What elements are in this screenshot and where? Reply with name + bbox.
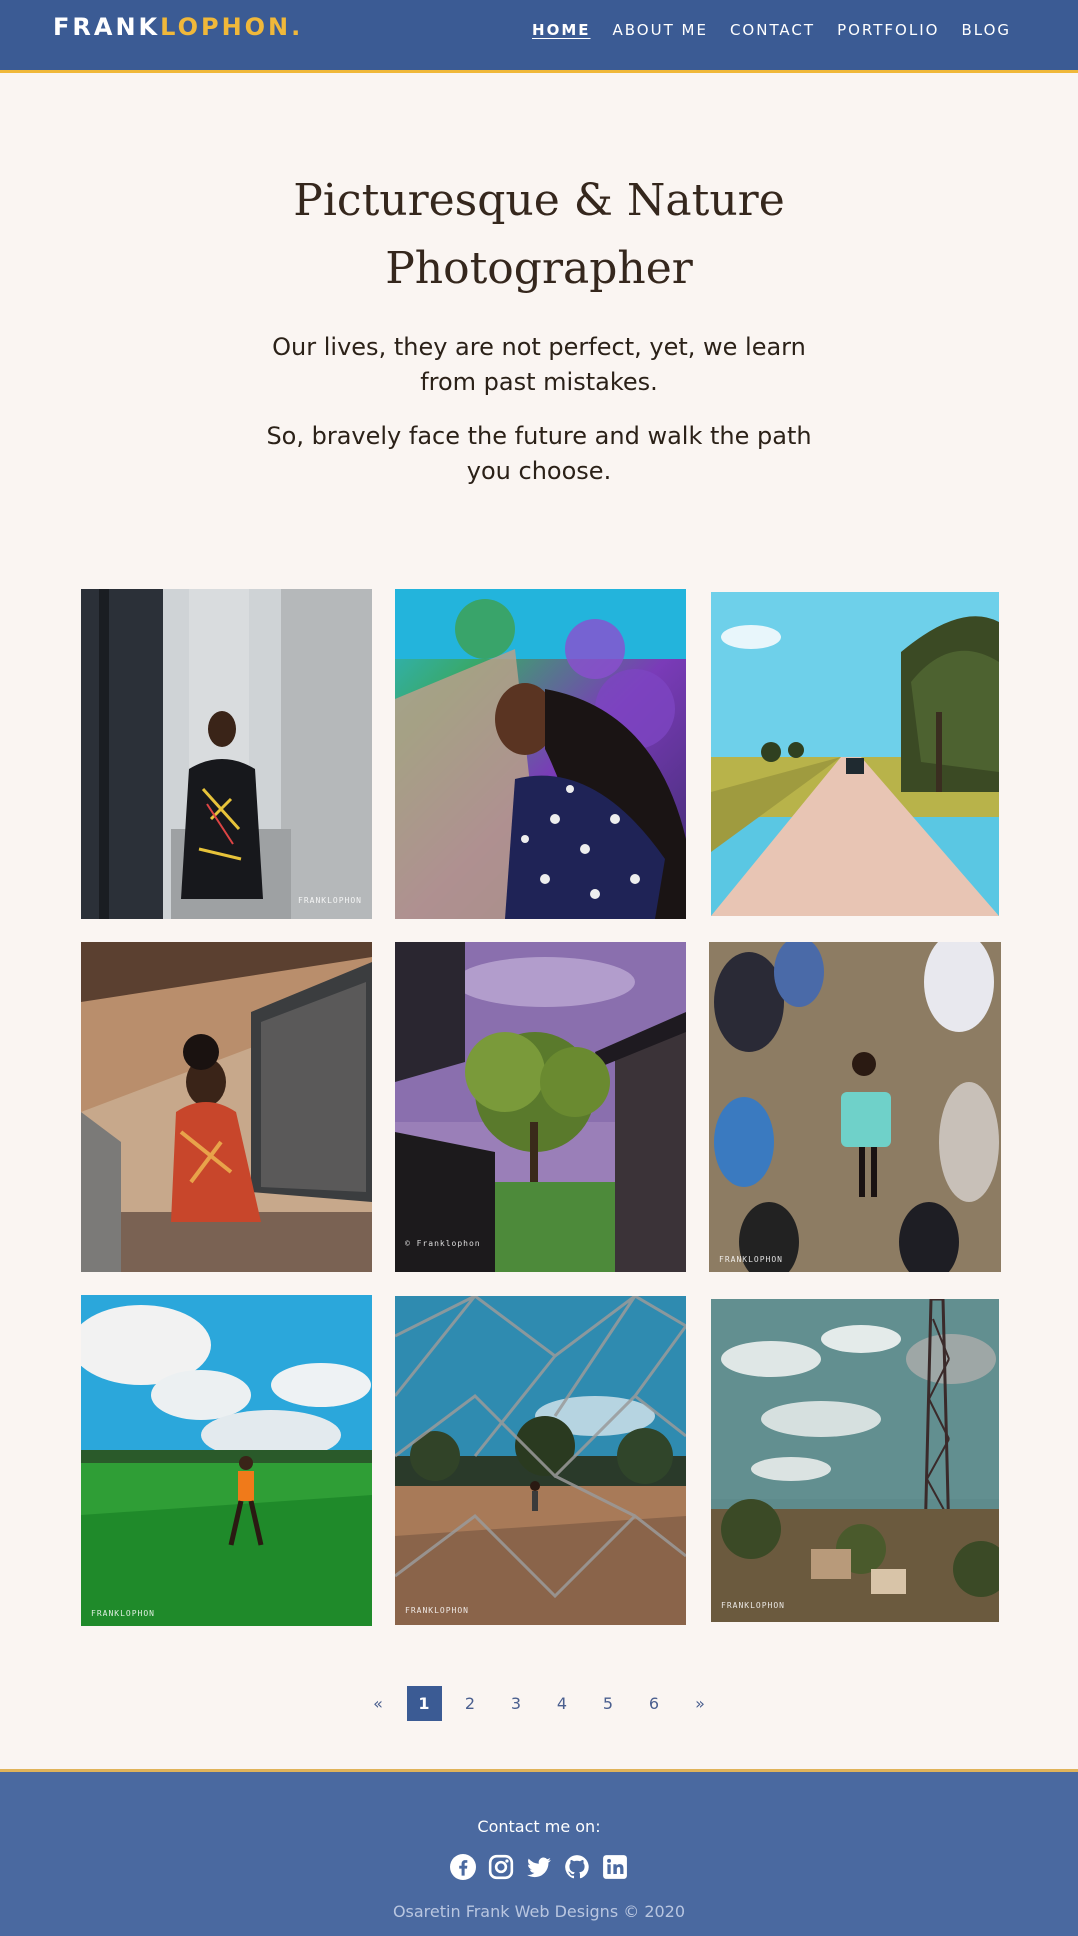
twitter-icon[interactable] [526, 1854, 552, 1880]
pagination-page-1[interactable]: 1 [406, 1686, 442, 1721]
github-icon[interactable] [564, 1854, 590, 1880]
gallery-photo-road-trees[interactable] [711, 592, 999, 916]
social-links [0, 1854, 1078, 1880]
gallery-photo-portrait-pillar[interactable]: FRANKLOPHON [81, 589, 372, 919]
gallery-photo-flowers-smile[interactable] [395, 589, 686, 919]
footer-contact-label: Contact me on: [477, 1817, 601, 1836]
photo-illustration [395, 589, 686, 919]
main-nav: HOME ABOUT ME CONTACT PORTFOLIO BLOG [532, 21, 1011, 39]
pagination-page-4[interactable]: 4 [545, 1686, 580, 1721]
gallery-photo-purple-sky-tree[interactable]: © Franklophon [395, 942, 686, 1272]
facebook-icon[interactable] [450, 1854, 476, 1880]
photo-illustration [711, 592, 999, 916]
gallery-photo-crowd-placard[interactable]: FRANKLOPHON [709, 942, 1001, 1272]
gallery-photo-chain-fence[interactable]: FRANKLOPHON [395, 1296, 686, 1625]
page-title-line1: Picturesque & Nature [293, 175, 785, 226]
pagination-page-3[interactable]: 3 [499, 1686, 534, 1721]
photo-watermark: FRANKLOPHON [405, 1606, 469, 1615]
logo-text-accent: LOPHON. [160, 13, 304, 41]
photo-illustration [81, 942, 372, 1272]
nav-portfolio[interactable]: PORTFOLIO [837, 21, 939, 39]
site-footer: Contact me on: Osaretin Frank Web Design… [0, 1769, 1078, 1936]
nav-contact[interactable]: CONTACT [730, 21, 815, 39]
pagination-prev[interactable]: « [361, 1686, 396, 1721]
instagram-icon[interactable] [488, 1854, 514, 1880]
pagination-page-5[interactable]: 5 [591, 1686, 626, 1721]
logo-text-primary: FRANK [53, 13, 161, 41]
nav-about-me[interactable]: ABOUT ME [613, 21, 708, 39]
photo-watermark: FRANKLOPHON [91, 1609, 155, 1618]
photo-watermark: FRANKLOPHON [298, 896, 362, 905]
nav-blog[interactable]: BLOG [961, 21, 1011, 39]
pagination: « 1 2 3 4 5 6 » [0, 1686, 1078, 1721]
hero-paragraph-1: Our lives, they are not perfect, yet, we… [272, 333, 806, 396]
photo-illustration [711, 1299, 999, 1622]
pagination-page-2[interactable]: 2 [453, 1686, 488, 1721]
footer-copyright: Osaretin Frank Web Designs © 2020 [392, 1902, 686, 1921]
photo-watermark: FRANKLOPHON [721, 1601, 785, 1610]
photo-watermark: FRANKLOPHON [719, 1255, 783, 1264]
gallery-photo-field-clouds[interactable]: FRANKLOPHON [81, 1295, 372, 1626]
page-title-line2: Photographer [385, 243, 693, 294]
nav-home[interactable]: HOME [532, 21, 590, 39]
site-header: FRANKLOPHON. HOME ABOUT ME CONTACT PORTF… [0, 0, 1078, 73]
page-title: Picturesque & Nature Photographer [0, 167, 1078, 303]
site-logo[interactable]: FRANKLOPHON. [53, 13, 303, 41]
photo-illustration [709, 942, 1001, 1272]
hero-paragraph-2: So, bravely face the future and walk the… [266, 422, 812, 485]
photo-illustration [81, 589, 372, 919]
gallery-photo-tower-clouds[interactable]: FRANKLOPHON [711, 1299, 999, 1622]
pagination-page-6[interactable]: 6 [637, 1686, 672, 1721]
photo-illustration [81, 1295, 372, 1626]
pagination-next[interactable]: » [683, 1686, 718, 1721]
gallery-photo-corridor-woman[interactable] [81, 942, 372, 1272]
linkedin-icon[interactable] [602, 1854, 628, 1880]
photo-watermark: © Franklophon [405, 1239, 481, 1248]
photo-illustration [395, 942, 686, 1272]
photo-illustration [395, 1296, 686, 1625]
